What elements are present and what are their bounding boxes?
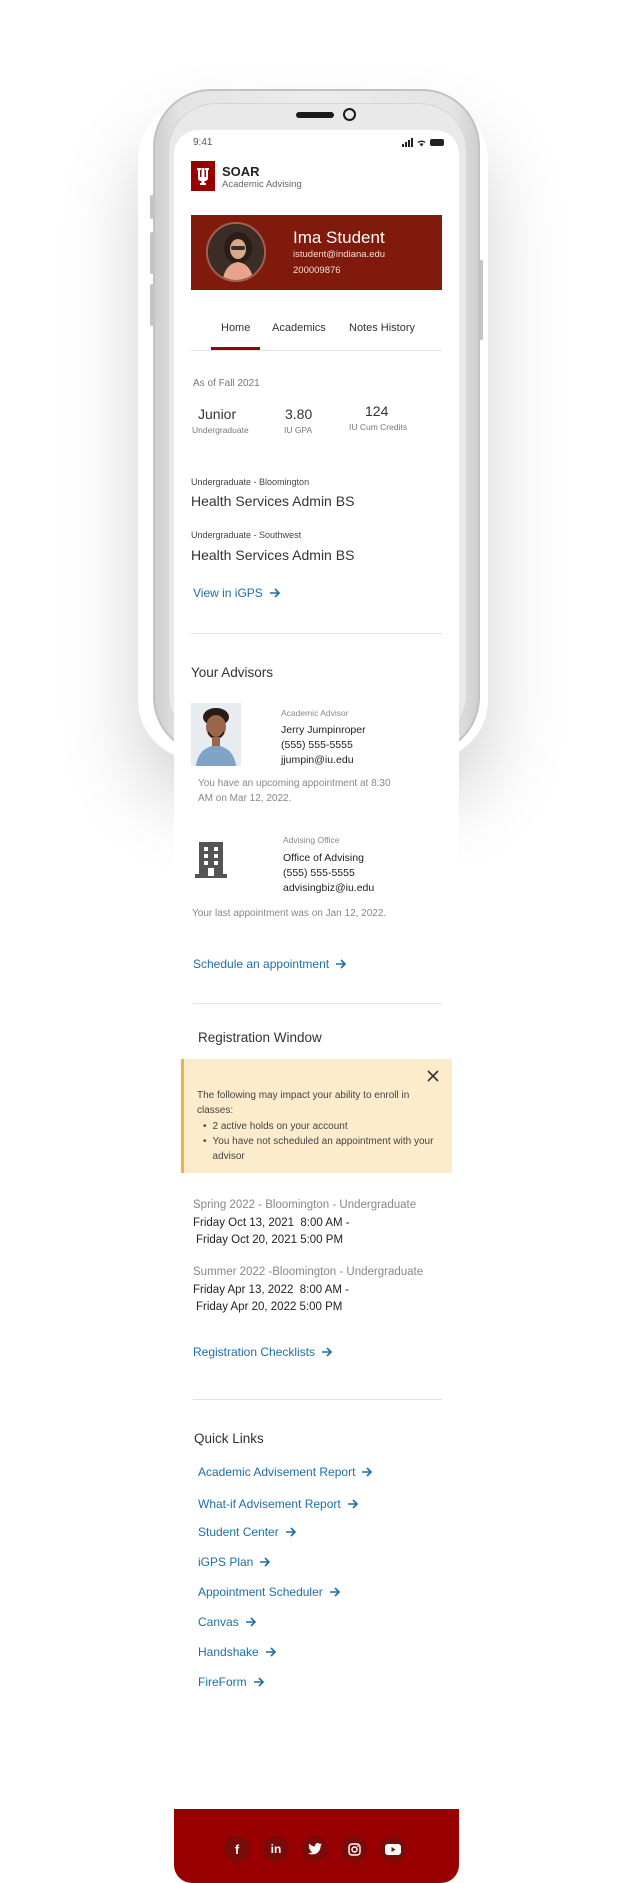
arrow-right-icon — [347, 1499, 358, 1509]
program-name: Health Services Admin BS — [191, 547, 355, 563]
quick-link-canvas[interactable]: Canvas — [198, 1615, 257, 1629]
advisor-name: Jerry Jumpinroper — [281, 724, 366, 736]
quick-link-fireform[interactable]: FireForm — [198, 1675, 265, 1689]
tab-divider — [191, 350, 442, 351]
phone-volume-up — [150, 232, 154, 274]
brand-title: SOAR — [222, 164, 260, 179]
alert-intro: The following may impact your ability to… — [197, 1090, 410, 1116]
status-icons — [402, 138, 444, 147]
class-standing: Junior — [198, 406, 237, 422]
schedule-appointment-link[interactable]: Schedule an appointment — [193, 957, 347, 971]
iu-trident-logo[interactable] — [191, 161, 215, 191]
registration-checklists-label: Registration Checklists — [193, 1345, 316, 1359]
instagram-icon[interactable] — [341, 1836, 367, 1862]
facebook-icon[interactable]: f — [224, 1836, 250, 1862]
arrow-right-icon — [265, 1647, 276, 1657]
registration-term: Summer 2022 -Bloomington - Undergraduate — [193, 1266, 424, 1278]
office-phone[interactable]: (555) 555-5555 — [283, 866, 355, 881]
view-igps-label: View in iGPS — [193, 586, 263, 600]
youtube-icon[interactable] — [380, 1836, 406, 1862]
profile-id: 200009876 — [293, 265, 341, 276]
registration-start: Friday Oct 13, 2021 8:00 AM - — [193, 1217, 350, 1229]
tab-notes-history[interactable]: Notes History — [349, 322, 415, 334]
quick-link-academic-advisement-report[interactable]: Academic Advisement Report — [198, 1465, 373, 1479]
office-email[interactable]: advisingbiz@iu.edu — [283, 881, 374, 896]
alert-item: • You have not scheduled an appointment w… — [203, 1136, 434, 1162]
section-divider — [191, 633, 442, 634]
advisors-heading: Your Advisors — [191, 665, 274, 680]
wifi-icon — [417, 140, 426, 147]
office-name: Office of Advising — [283, 852, 364, 864]
arrow-right-icon — [285, 1527, 296, 1537]
last-appointment-note: Your last appointment was on Jan 12, 202… — [192, 908, 387, 919]
status-time: 9:41 — [193, 137, 213, 148]
registration-checklists-link[interactable]: Registration Checklists — [193, 1345, 333, 1359]
brand-subtitle: Academic Advising — [222, 179, 302, 190]
registration-end: Friday Apr 20, 2022 5:00 PM — [196, 1301, 343, 1313]
advisor-phone[interactable]: (555) 555-5555 — [281, 738, 353, 753]
advisor-photo — [191, 703, 241, 766]
gpa-value: 3.80 — [285, 406, 313, 422]
arrow-right-icon — [336, 959, 347, 969]
tab-academics[interactable]: Academics — [272, 322, 326, 334]
program-name: Health Services Admin BS — [191, 493, 355, 509]
tab-home[interactable]: Home — [221, 322, 250, 334]
registration-start: Friday Apr 13, 2022 8:00 AM - — [193, 1284, 349, 1296]
as-of-term: As of Fall 2021 — [193, 378, 260, 389]
arrow-right-icon — [362, 1467, 373, 1477]
quick-link-student-center[interactable]: Student Center — [198, 1525, 297, 1539]
alert-item: • 2 active holds on your account — [203, 1121, 348, 1132]
quick-link-appointment-scheduler[interactable]: Appointment Scheduler — [198, 1585, 341, 1599]
profile-name: Ima Student — [293, 228, 385, 247]
profile-email: istudent@indiana.edu — [293, 249, 386, 260]
quick-link-handshake[interactable]: Handshake — [198, 1645, 277, 1659]
quick-link-igps-plan[interactable]: iGPS Plan — [198, 1555, 271, 1569]
close-icon[interactable] — [427, 1069, 439, 1087]
arrow-right-icon — [269, 588, 280, 598]
student-avatar — [206, 222, 266, 282]
phone-camera — [343, 108, 356, 121]
gpa-label: IU GPA — [284, 425, 313, 435]
bullet-icon: • — [203, 1136, 207, 1147]
signal-icon — [402, 138, 413, 147]
advisor-email[interactable]: jjumpin@iu.edu — [281, 753, 354, 768]
twitter-icon[interactable] — [302, 1836, 328, 1862]
battery-icon — [430, 139, 444, 146]
bullet-icon: • — [203, 1121, 207, 1132]
social-links: f in — [224, 1836, 406, 1862]
credits-value: 124 — [365, 403, 389, 419]
program-label: Undergraduate - Bloomington — [191, 477, 310, 487]
program-label: Undergraduate - Southwest — [191, 530, 302, 540]
quick-links-heading: Quick Links — [194, 1431, 264, 1446]
phone-volume-down — [150, 284, 154, 326]
section-divider — [193, 1003, 442, 1004]
section-divider — [193, 1399, 442, 1400]
academic-advisor-role: Academic Advisor — [281, 708, 349, 718]
phone-side-button — [150, 195, 154, 219]
arrow-right-icon — [245, 1617, 256, 1627]
advising-office-role: Advising Office — [283, 835, 340, 845]
quick-link-what-if-report[interactable]: What-if Advisement Report — [198, 1497, 359, 1511]
arrow-right-icon — [322, 1347, 333, 1357]
phone-speaker — [296, 112, 334, 118]
building-icon — [193, 840, 229, 885]
arrow-right-icon — [253, 1677, 264, 1687]
phone-power-button — [479, 260, 483, 340]
registration-heading: Registration Window — [198, 1030, 322, 1045]
credits-label: IU Cum Credits — [349, 422, 408, 432]
registration-term: Spring 2022 - Bloomington - Undergraduat… — [193, 1199, 417, 1211]
registration-end: Friday Oct 20, 2021 5:00 PM — [196, 1234, 344, 1246]
view-igps-link[interactable]: View in iGPS — [193, 586, 281, 600]
schedule-appointment-label: Schedule an appointment — [193, 957, 330, 971]
class-standing-label: Undergraduate — [192, 425, 249, 435]
linkedin-icon[interactable]: in — [263, 1836, 289, 1862]
arrow-right-icon — [260, 1557, 271, 1567]
arrow-right-icon — [329, 1587, 340, 1597]
upcoming-appointment-note: You have an upcoming appointment at 8:30… — [198, 778, 391, 804]
